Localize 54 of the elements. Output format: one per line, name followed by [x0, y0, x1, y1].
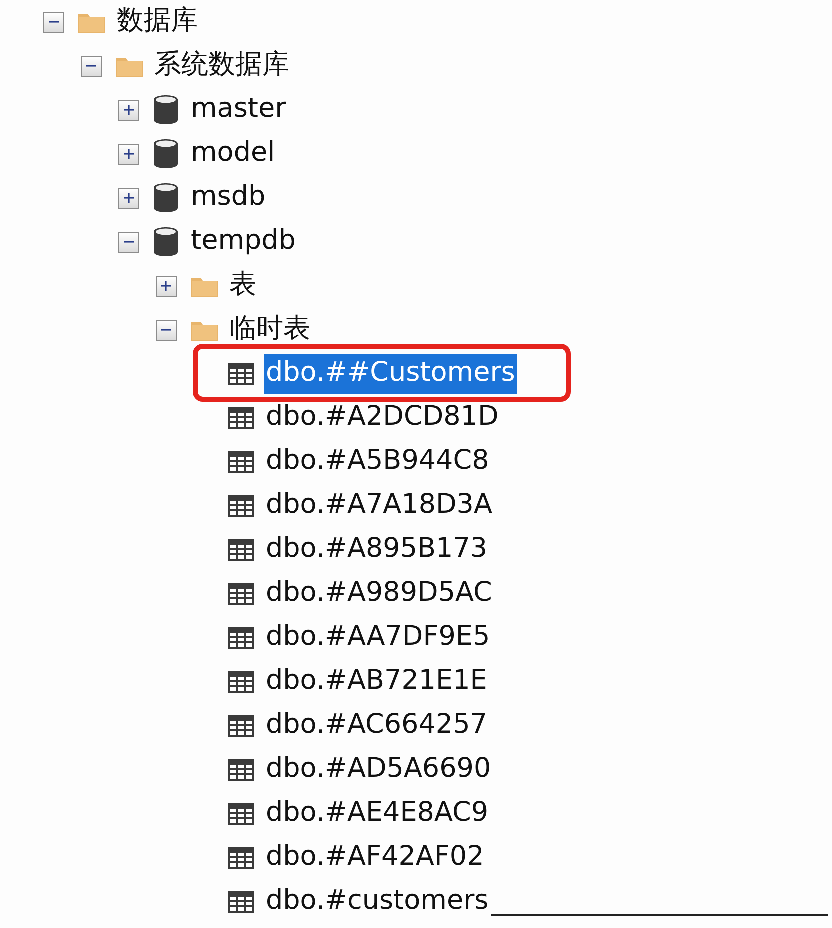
- tree-item[interactable]: dbo.#AD5A6690: [264, 750, 494, 790]
- database-icon: [153, 183, 179, 213]
- table-icon: [228, 759, 254, 781]
- folder-icon: [78, 11, 105, 33]
- tree-item[interactable]: dbo.#customers: [264, 882, 491, 922]
- tree-item[interactable]: dbo.#A895B173: [264, 530, 490, 570]
- table-icon: [228, 539, 254, 561]
- tree-item[interactable]: dbo.#A5B944C8: [264, 442, 492, 482]
- tree-item[interactable]: dbo.#AB721E1E: [264, 662, 490, 702]
- plus-icon: [122, 104, 134, 116]
- tree-item[interactable]: msdb: [189, 178, 268, 218]
- expand-toggle[interactable]: [118, 144, 139, 164]
- tree-item[interactable]: dbo.#AA7DF9E5: [264, 618, 492, 658]
- database-icon: [153, 95, 179, 125]
- plus-icon: [122, 192, 134, 204]
- collapse-toggle[interactable]: [118, 232, 139, 252]
- table-icon: [228, 715, 254, 737]
- tree-item[interactable]: dbo.#A7A18D3A: [264, 486, 494, 526]
- database-icon: [153, 139, 179, 169]
- plus-icon: [160, 280, 172, 292]
- tree-item[interactable]: dbo.#AF42AF02: [264, 838, 486, 878]
- table-icon: [228, 803, 254, 825]
- database-icon: [153, 227, 179, 257]
- collapse-toggle[interactable]: [43, 12, 64, 32]
- tree-item[interactable]: dbo.#A2DCD81D: [264, 398, 501, 438]
- folder-icon: [190, 319, 218, 341]
- table-icon: [228, 671, 254, 693]
- table-icon: [228, 891, 254, 913]
- tree-item[interactable]: model: [189, 134, 278, 174]
- expand-toggle[interactable]: [118, 188, 139, 208]
- table-icon: [228, 495, 254, 517]
- tree-item[interactable]: dbo.#A989D5AC: [264, 574, 494, 614]
- tree-item[interactable]: dbo.#AC664257: [264, 706, 490, 746]
- collapse-toggle[interactable]: [156, 320, 176, 340]
- expand-toggle[interactable]: [156, 276, 176, 296]
- table-icon: [228, 627, 254, 649]
- tree-item[interactable]: 临时表: [228, 310, 312, 350]
- collapse-toggle[interactable]: [80, 56, 102, 76]
- table-icon: [228, 583, 254, 605]
- plus-icon: [122, 148, 134, 160]
- tree-item[interactable]: 系统数据库: [152, 46, 292, 86]
- tree-item[interactable]: 数据库: [115, 2, 200, 42]
- tree-item[interactable]: 表: [228, 266, 258, 306]
- expand-toggle[interactable]: [118, 100, 139, 120]
- folder-icon: [116, 55, 142, 77]
- table-icon: [228, 407, 254, 429]
- folder-icon: [190, 275, 218, 297]
- table-icon: [228, 451, 254, 473]
- tree-item[interactable]: dbo.#AE4E8AC9: [264, 794, 490, 834]
- table-icon: [228, 847, 254, 869]
- table-icon: [228, 363, 254, 385]
- tree-item[interactable]: master: [189, 90, 288, 130]
- tree-item[interactable]: dbo.##Customers: [264, 354, 518, 394]
- tree-item[interactable]: tempdb: [189, 222, 298, 262]
